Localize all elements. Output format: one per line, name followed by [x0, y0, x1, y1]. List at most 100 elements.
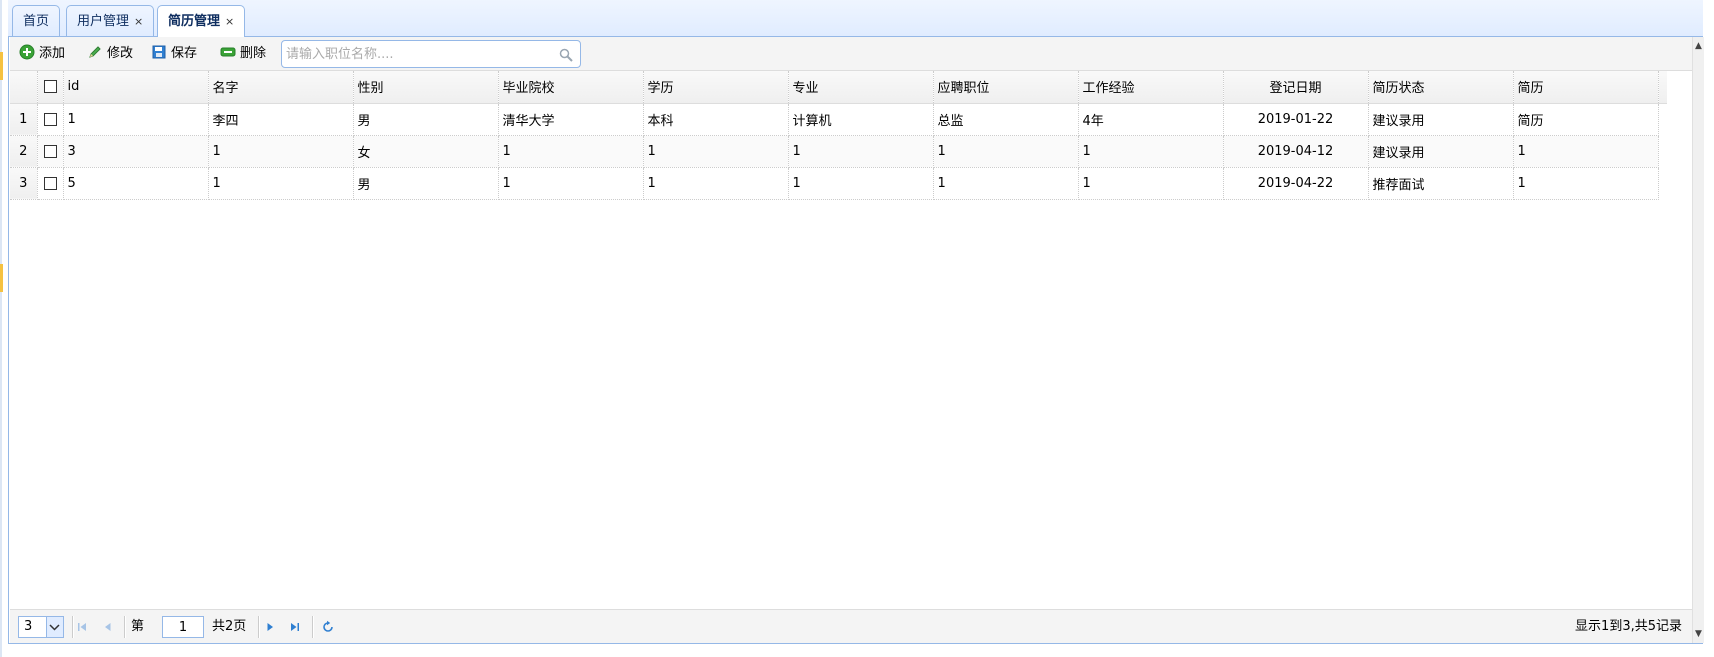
cell-name: 李四	[208, 103, 354, 136]
column-header-school[interactable]: 毕业院校	[498, 71, 644, 104]
cell-resume-status: 推荐面试	[1368, 167, 1514, 200]
prev-page-icon[interactable]	[100, 619, 116, 635]
page-number-input[interactable]	[162, 616, 204, 638]
tab-resume-management[interactable]: 简历管理 ×	[157, 5, 246, 37]
cell-gender: 女	[353, 135, 499, 168]
page-size-select[interactable]: 3	[18, 616, 64, 638]
table-header-row: id 名字 性别 毕业院校 学历 专业 应聘职位 工作经验 登记日期 简历状态 …	[10, 71, 1667, 104]
select-all-cell	[37, 71, 64, 104]
edit-button[interactable]: 修改	[87, 44, 133, 64]
edit-button-label: 修改	[107, 46, 134, 61]
column-header-resume[interactable]: 简历	[1513, 71, 1659, 104]
toolbar: 添加 修改 保存 删除	[10, 37, 1692, 71]
row-select-cell	[37, 135, 64, 168]
column-header-resume-status[interactable]: 简历状态	[1368, 71, 1514, 104]
pagination-bar: 3 第 共2页 显示1到3,共5记录	[10, 609, 1692, 643]
cell-gender: 男	[353, 103, 499, 136]
column-header-experience[interactable]: 工作经验	[1078, 71, 1224, 104]
cell-resume-status: 建议录用	[1368, 135, 1514, 168]
cell-experience: 1	[1078, 135, 1224, 168]
row-select-cell	[37, 103, 64, 136]
delete-button-label: 删除	[240, 46, 267, 61]
column-header-register-date[interactable]: 登记日期	[1223, 71, 1369, 104]
save-button-label: 保存	[171, 46, 198, 61]
delete-button[interactable]: 删除	[220, 44, 266, 64]
add-button[interactable]: 添加	[19, 44, 65, 64]
minus-icon	[220, 47, 236, 57]
plus-circle-icon	[19, 44, 35, 60]
cell-id: 3	[63, 135, 209, 168]
tab-home[interactable]: 首页	[12, 5, 61, 36]
table-row[interactable]: 1 1 李四 男 清华大学 本科 计算机 总监 4年 2019-01-22 建议…	[10, 103, 1667, 136]
cell-degree: 本科	[643, 103, 789, 136]
row-number: 2	[10, 135, 38, 168]
row-number: 3	[10, 167, 38, 200]
next-page-icon[interactable]	[262, 619, 278, 635]
cell-resume: 简历	[1513, 103, 1659, 136]
cell-position: 1	[933, 135, 1079, 168]
cell-major: 计算机	[788, 103, 934, 136]
row-number-header	[10, 71, 38, 104]
cell-id: 5	[63, 167, 209, 200]
tab-label: 简历管理	[168, 14, 221, 29]
save-button[interactable]: 保存	[151, 44, 197, 64]
cell-id: 1	[63, 103, 209, 136]
tab-close-icon[interactable]: ×	[225, 15, 234, 28]
column-header-degree[interactable]: 学历	[643, 71, 789, 104]
column-header-filler	[1658, 71, 1667, 104]
tab-bar: 首页 用户管理 × 简历管理 ×	[8, 0, 1703, 37]
row-select-cell	[37, 167, 64, 200]
magnifier-icon[interactable]	[558, 47, 574, 63]
cell-major: 1	[788, 135, 934, 168]
column-header-name[interactable]: 名字	[208, 71, 354, 104]
cell-school: 清华大学	[498, 103, 644, 136]
cell-gender: 男	[353, 167, 499, 200]
column-header-major[interactable]: 专业	[788, 71, 934, 104]
column-header-gender[interactable]: 性别	[353, 71, 499, 104]
left-window-edge	[0, 0, 2, 657]
cell-position: 1	[933, 167, 1079, 200]
cell-school: 1	[498, 167, 644, 200]
tab-label: 首页	[23, 14, 50, 29]
tab-label: 用户管理	[77, 14, 130, 29]
last-page-icon[interactable]	[287, 619, 303, 635]
page-prefix-label: 第	[131, 619, 145, 634]
tab-close-icon[interactable]: ×	[134, 15, 143, 28]
refresh-icon[interactable]	[320, 619, 336, 635]
cell-name: 1	[208, 135, 354, 168]
resume-datagrid: id 名字 性别 毕业院校 学历 专业 应聘职位 工作经验 登记日期 简历状态 …	[10, 71, 1692, 609]
job-search-box	[281, 40, 581, 68]
row-checkbox[interactable]	[43, 176, 57, 190]
scroll-up-icon[interactable]: ▲	[1693, 39, 1704, 53]
cell-resume-status: 建议录用	[1368, 103, 1514, 136]
page-size-value: 3	[24, 619, 33, 634]
cell-school: 1	[498, 135, 644, 168]
cell-position: 总监	[933, 103, 1079, 136]
cell-resume: 1	[1513, 135, 1659, 168]
tab-user-management[interactable]: 用户管理 ×	[66, 5, 155, 36]
pager-separator	[124, 616, 126, 638]
column-header-id[interactable]: id	[63, 71, 209, 104]
row-checkbox[interactable]	[43, 144, 57, 158]
cell-register-date: 2019-04-22	[1223, 167, 1369, 200]
job-search-input[interactable]	[286, 44, 556, 64]
left-edge-marker	[0, 52, 3, 80]
page-size-dropdown[interactable]	[46, 617, 63, 637]
table-row[interactable]: 2 3 1 女 1 1 1 1 1 2019-04-12 建议录用 1	[10, 135, 1667, 168]
cell-experience: 4年	[1078, 103, 1224, 136]
first-page-icon[interactable]	[74, 619, 90, 635]
scroll-down-icon[interactable]: ▼	[1693, 627, 1704, 641]
cell-major: 1	[788, 167, 934, 200]
add-button-label: 添加	[39, 46, 66, 61]
cell-degree: 1	[643, 135, 789, 168]
column-header-position[interactable]: 应聘职位	[933, 71, 1079, 104]
row-checkbox[interactable]	[43, 112, 57, 126]
vertical-scrollbar[interactable]: ▲ ▼	[1692, 37, 1704, 643]
floppy-disk-icon	[152, 45, 166, 59]
row-number: 1	[10, 103, 38, 136]
page-total-label: 共2页	[212, 619, 247, 634]
cell-degree: 1	[643, 167, 789, 200]
cell-name: 1	[208, 167, 354, 200]
select-all-checkbox[interactable]	[43, 80, 57, 94]
table-row[interactable]: 3 5 1 男 1 1 1 1 1 2019-04-22 推荐面试 1	[10, 167, 1667, 200]
